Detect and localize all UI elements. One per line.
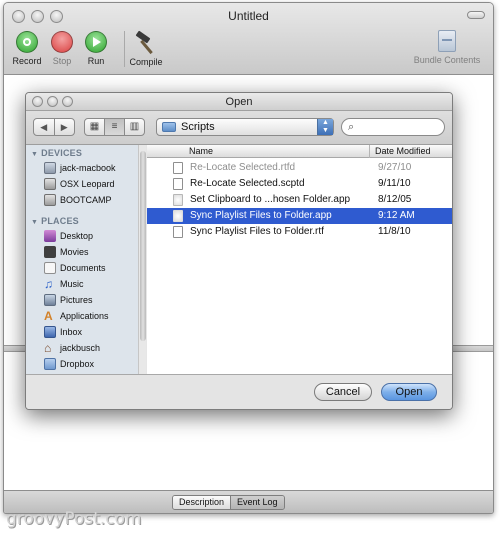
sidebar-devices-header: ▼ DEVICES (31, 148, 83, 158)
sidebar-item-desktop[interactable]: Desktop (26, 228, 138, 244)
dropbox-folder-icon (44, 358, 56, 370)
camera-icon (44, 294, 56, 306)
toolbar-separator (124, 31, 125, 67)
list-view-button[interactable]: ≡ (104, 119, 124, 135)
open-button[interactable]: Open (381, 383, 437, 401)
dialog-zoom-button[interactable] (62, 96, 73, 107)
dialog-title-bar: Open (26, 93, 452, 111)
sidebar-item-inbox[interactable]: Inbox (26, 324, 138, 340)
hard-drive-icon (44, 178, 56, 190)
sidebar-places-header: ▼ PLACES (31, 216, 79, 226)
inbox-icon (44, 326, 56, 338)
applet-icon (173, 210, 183, 222)
desktop-icon (44, 230, 56, 242)
tab-event-log[interactable]: Event Log (230, 496, 284, 509)
dialog-button-bar: Cancel Open (26, 374, 452, 409)
sidebar-scroll-thumb[interactable] (140, 151, 146, 341)
sidebar-item-pictures[interactable]: Pictures (26, 292, 138, 308)
run-icon (85, 31, 107, 53)
icon-view-button[interactable]: ▦ (85, 119, 104, 135)
hammer-icon (134, 30, 158, 55)
compile-label: Compile (129, 57, 163, 67)
compile-button[interactable]: Compile (126, 30, 166, 67)
sidebar-item-jack-macbook[interactable]: jack-macbook (26, 160, 138, 176)
dialog-title: Open (225, 96, 253, 108)
file-row[interactable]: Re-Locate Selected.rtfd 9/27/10 (153, 160, 449, 176)
sidebar-item-osx-leopard[interactable]: OSX Leopard (26, 176, 138, 192)
dialog-minimize-button[interactable] (47, 96, 58, 107)
navigation-buttons: ◀ ▶ (33, 118, 75, 136)
open-dialog: Open ◀ ▶ ▦ ≡ ▥ Scripts ▲ ▼ ⌕ ▼ DEVICES j… (25, 92, 453, 410)
sidebar-scrollbar[interactable] (138, 145, 146, 374)
record-icon (16, 31, 38, 53)
rtf-file-icon (173, 226, 183, 238)
script-file-icon (173, 178, 183, 190)
rtfd-file-icon (173, 162, 183, 174)
bottom-segmented-control: Description Event Log (172, 495, 285, 510)
folder-icon (162, 122, 176, 132)
file-row[interactable]: Set Clipboard to ...hosen Folder.app 8/1… (153, 192, 449, 208)
screen: Untitled Record Stop Run Compile Bundle … (0, 0, 500, 535)
column-header: Name Date Modified (147, 145, 452, 158)
stop-icon (51, 31, 73, 53)
dialog-close-button[interactable] (32, 96, 43, 107)
column-view-button[interactable]: ▥ (124, 119, 144, 135)
file-row[interactable]: Re-Locate Selected.scptd 9/11/10 (153, 176, 449, 192)
sidebar-item-jackbusch[interactable]: ⌂ jackbusch (26, 340, 138, 356)
column-divider[interactable] (369, 145, 370, 158)
title-bar: Untitled Record Stop Run Compile Bundle … (4, 3, 493, 75)
dialog-toolbar: ◀ ▶ ▦ ≡ ▥ Scripts ▲ ▼ ⌕ (26, 111, 452, 145)
bundle-contents-label: Bundle Contents (413, 55, 481, 65)
record-label: Record (12, 56, 42, 66)
toolbar-toggle-button[interactable] (467, 11, 485, 19)
cancel-button[interactable]: Cancel (314, 383, 372, 401)
window-title: Untitled (228, 9, 269, 23)
bundle-contents-button[interactable]: Bundle Contents (407, 30, 487, 65)
sidebar-item-dropbox[interactable]: Dropbox (26, 356, 138, 372)
music-note-icon: ♫ (44, 277, 53, 291)
laptop-icon (44, 162, 56, 174)
run-button[interactable]: Run (80, 31, 112, 66)
sidebar: ▼ DEVICES jack-macbook OSX Leopard BOOTCA… (26, 145, 146, 374)
drawer-icon (438, 30, 456, 52)
watermark: groovyPost.com (6, 509, 142, 529)
date-column-header[interactable]: Date Modified (375, 146, 431, 156)
applications-icon: A (44, 309, 53, 323)
name-column-header[interactable]: Name (189, 146, 213, 156)
stop-button[interactable]: Stop (46, 31, 78, 66)
record-button[interactable]: Record (11, 31, 43, 66)
sidebar-item-bootcamp[interactable]: BOOTCAMP (26, 192, 138, 208)
stop-label: Stop (52, 56, 72, 66)
forward-button[interactable]: ▶ (53, 119, 75, 135)
location-label: Scripts (181, 121, 215, 133)
sidebar-item-movies[interactable]: Movies (26, 244, 138, 260)
hard-drive-icon (44, 194, 56, 206)
view-mode-buttons: ▦ ≡ ▥ (84, 118, 145, 136)
applet-icon (173, 194, 183, 206)
film-icon (44, 246, 56, 258)
chevron-updown-icon: ▲ ▼ (317, 119, 333, 135)
sidebar-item-documents[interactable]: Documents (26, 260, 138, 276)
home-icon: ⌂ (44, 341, 52, 355)
search-icon: ⌕ (348, 121, 355, 133)
sidebar-item-applications[interactable]: A Applications (26, 308, 138, 324)
location-popup[interactable]: Scripts ▲ ▼ (156, 118, 334, 136)
back-button[interactable]: ◀ (34, 119, 54, 135)
run-label: Run (87, 56, 105, 66)
file-list: Name Date Modified Re-Locate Selected.rt… (147, 145, 452, 374)
file-row[interactable]: Sync Playlist Files to Folder.rtf 11/8/1… (153, 224, 449, 240)
search-field[interactable]: ⌕ (341, 118, 445, 136)
documents-icon (44, 262, 56, 274)
tab-description[interactable]: Description (173, 496, 231, 509)
file-row-selected[interactable]: Sync Playlist Files to Folder.app 9:12 A… (147, 208, 452, 224)
sidebar-item-music[interactable]: ♫ Music (26, 276, 138, 292)
